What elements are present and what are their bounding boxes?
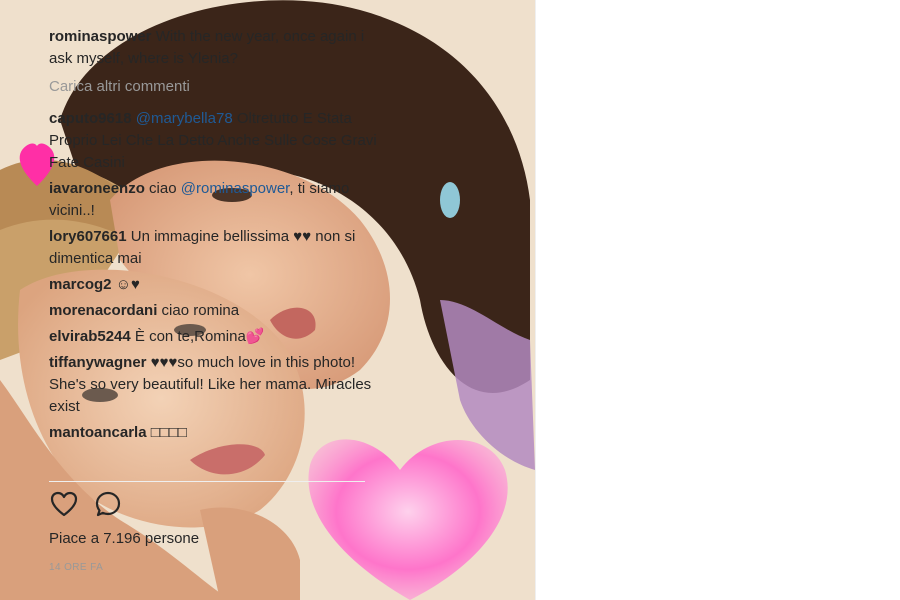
divider xyxy=(49,481,365,482)
comment-username[interactable]: marcog2 xyxy=(49,276,112,293)
comment-username[interactable]: caputo9618 xyxy=(49,110,132,127)
caption: rominaspower With the new year, once aga… xyxy=(49,26,379,70)
likes-count[interactable]: Piace a 7.196 persone xyxy=(49,528,199,550)
comment-mention[interactable]: @marybella78 xyxy=(136,110,233,127)
post-actions xyxy=(49,488,123,520)
comment-item: mantoancarla □□□□ xyxy=(49,422,379,444)
comment-text: ☺♥ xyxy=(115,276,140,293)
comment-item: caputo9618 @marybella78 Oltretutto E Sta… xyxy=(49,108,379,174)
comment-username[interactable]: lory607661 xyxy=(49,228,127,245)
comment-item: iavaroneenzo ciao @rominaspower, ti siam… xyxy=(49,178,379,222)
comment-username[interactable]: morenacordani xyxy=(49,302,157,319)
comment-text: È con te,Romina💕 xyxy=(134,328,265,345)
comment-item: lory607661 Un immagine bellissima ♥♥ non… xyxy=(49,226,379,270)
comment-item: marcog2 ☺♥ xyxy=(49,274,379,296)
comment-username[interactable]: iavaroneenzo xyxy=(49,180,145,197)
comment-item: tiffanywagner ♥♥♥so much love in this ph… xyxy=(49,352,379,418)
comment-username[interactable]: mantoancarla xyxy=(49,424,147,441)
comment-bubble-icon[interactable] xyxy=(93,489,123,519)
load-more-comments-link[interactable]: Carica altri commenti xyxy=(49,76,379,98)
caption-username[interactable]: rominaspower xyxy=(49,28,152,45)
comment-username[interactable]: tiffanywagner xyxy=(49,354,147,371)
post-timestamp[interactable]: 14 ORE FA xyxy=(49,562,103,573)
comment-text-prefix: ciao xyxy=(149,180,177,197)
comment-item: elvirab5244 È con te,Romina💕 xyxy=(49,326,379,348)
comment-username[interactable]: elvirab5244 xyxy=(49,328,131,345)
comments-panel xyxy=(535,0,900,600)
comment-mention[interactable]: @rominaspower xyxy=(181,180,290,197)
comments-list: rominaspower With the new year, once aga… xyxy=(49,26,379,448)
heart-outline-icon[interactable] xyxy=(49,489,79,519)
comment-item: morenacordani ciao romina xyxy=(49,300,379,322)
comment-text: □□□□ xyxy=(150,424,187,441)
comment-text: ciao romina xyxy=(161,302,240,319)
